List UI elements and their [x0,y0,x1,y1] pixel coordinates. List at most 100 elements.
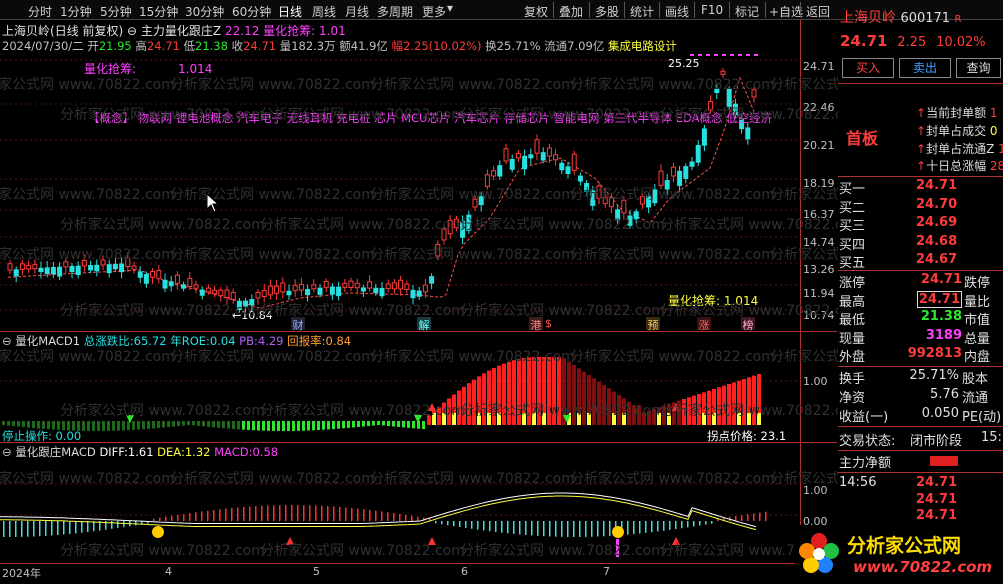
panel-stock-name: 上海贝岭 [840,10,896,26]
y-tick: 20.21 [803,139,835,152]
close-label: 收 [231,39,244,53]
first-board-badge: 首板 [846,129,879,148]
tab-more[interactable]: 更多 [422,3,446,20]
watermark-text: 分析家公式网 www.70822.com [170,187,375,203]
pane-divider [0,563,837,564]
stat-value: 992813 [907,346,962,361]
tab-weekly[interactable]: 周线 [312,3,336,20]
query-button[interactable]: 查询 [956,58,1001,78]
x-tick: 7 [603,565,610,578]
watermark-text: 分析家公式网 www.70822.com [260,217,465,233]
tick-price: 24.71 [916,508,958,523]
watermark-text: 分析家公式网 www.70822.com [570,349,775,365]
multi-stock-button[interactable]: 多股 [595,3,619,20]
stat-label: 现量 [839,331,866,347]
stat-label-2: 总量 [964,331,991,347]
f10-button[interactable]: F10 [701,3,723,17]
float-value: 7.09亿 [567,39,605,53]
float-label: 流通 [544,39,568,53]
watermark-text: 分析家公式网 www.70822.com [170,247,375,263]
stat-label: 外盘 [839,350,866,365]
stat-label-2: 跌停 [964,276,991,291]
watermark-text: 分析家公式网 www.70822.com [60,217,265,233]
watermark-text: 分析家公式网 www.70822.com [60,403,265,419]
tab-monthly[interactable]: 月线 [345,3,369,20]
y-tick: 13.26 [803,263,835,276]
turnover-label: 换 [485,39,497,53]
watermark-text: 分析家公式网 www.70822.com [260,403,465,419]
mark-button[interactable]: 标记 [735,3,759,20]
stat-label-2: 量比 [964,294,991,310]
high-value: 24.71 [146,39,180,53]
indicator-name[interactable]: 主力量化跟庄Z [141,24,221,38]
restore-rights-button[interactable]: 复权 [524,3,548,20]
high-price-marker: 25.25 [668,57,700,70]
sell-button[interactable]: 卖出 [899,58,951,78]
volume-value: 182.3万 [291,39,336,53]
pivot-price-label: 拐点价格: 23.1 [707,429,787,443]
stat-value: 24.71 [920,272,962,287]
watermark-text: 分析家公式网 www.70822.com [0,187,175,203]
watermark-text: 分析家公式网 www.70822.com [460,217,665,233]
watermark-text: 分析家公式网 www.70822.com [260,303,465,319]
watermark-text: 分析家公式网 www.70822.com [260,543,465,559]
more-dropdown-icon[interactable]: ▾ [447,1,453,15]
indicator-value: 22.12 [224,24,260,38]
main-flow-label: 主力净额 [839,456,892,471]
stat-row: 最低 21.38 市值 [838,309,1003,328]
watermark-text: 分析家公式网 www.70822.com [460,107,665,123]
buy-button[interactable]: 买入 [842,58,894,78]
draw-line-button[interactable]: 画线 [665,3,689,20]
tab-5min[interactable]: 5分钟 [100,3,132,20]
close-value: 24.71 [243,39,277,53]
watermark-text: 分析家公式网 www.70822.com [0,247,175,263]
main-flow-row: 主力净额 [838,452,1003,471]
statistics-button[interactable]: 统计 [630,3,654,20]
bid-row: 买三 24.69 [838,215,1003,234]
back-button[interactable]: 返回 [806,3,830,20]
tab-multi-period[interactable]: 多周期 [377,3,413,20]
chart-title: 上海贝岭(日线 前复权) ⊖ 主力量化跟庄Z 22.12 量化抢筹: 1.01 [2,22,346,39]
tab-1min[interactable]: 1分钟 [60,3,92,20]
panel-price: 24.71 [840,32,888,50]
watermark-text: 分析家公式网 www.70822.com [570,471,775,487]
logo-title: 分析家公式网 [847,535,962,557]
fund-label-2: 股本 [962,372,989,387]
macd1-y-tick: 1.00 [803,375,828,388]
watermark-text: 分析家公式网 www.70822.com [370,247,575,263]
watermark-text: 分析家公式网 www.70822.com [460,303,665,319]
open-value: 21.95 [98,39,132,53]
pane-divider[interactable] [0,331,837,332]
tab-intraday[interactable]: 分时 [28,3,52,20]
low-value: 21.38 [195,39,228,53]
panel-price-line: 24.71 2.25 10.02% [840,32,986,50]
panel-change-pct: 10.02% [936,35,986,50]
high-label: 高 [135,39,147,53]
bid-label: 买四 [839,237,866,253]
stat-row: 涨停 24.71 跌停 [838,272,1003,291]
tab-60min[interactable]: 60分钟 [232,3,271,20]
y-tick: 11.94 [803,287,835,300]
overlay-button[interactable]: 叠加 [559,3,583,20]
stop-operation-label: 停止操作: 0.00 [2,429,82,443]
amount-value: 41.9亿 [350,39,388,53]
amount-label: 额 [339,39,351,53]
tab-15min[interactable]: 15分钟 [139,3,178,20]
turnover-value: 25.71% [496,39,541,53]
watermark-text: 分析家公式网 www.70822.com [570,247,775,263]
period-label: (日线 前复权) [50,24,124,38]
watermark-text: 分析家公式网 www.70822.com [170,471,375,487]
fund-value: 5.76 [930,387,959,402]
quant-value: 1.01 [319,24,346,38]
main-flow-bar [930,456,958,466]
x-tick: 2024年 [2,567,41,580]
bid-price: 24.70 [916,196,958,212]
indicator-toggle-icon[interactable]: ⊖ [127,24,137,38]
fund-row: 换手 25.71% 股本 [838,368,1003,387]
tab-30min[interactable]: 30分钟 [185,3,224,20]
watermark-text: 分析家公式网 www.70822.com [660,403,865,419]
volume-label: 量 [279,39,292,53]
tab-daily[interactable]: 日线 [278,3,302,20]
add-favorite-button[interactable]: +自选 [769,3,803,20]
tick-price: 24.71 [916,475,958,490]
